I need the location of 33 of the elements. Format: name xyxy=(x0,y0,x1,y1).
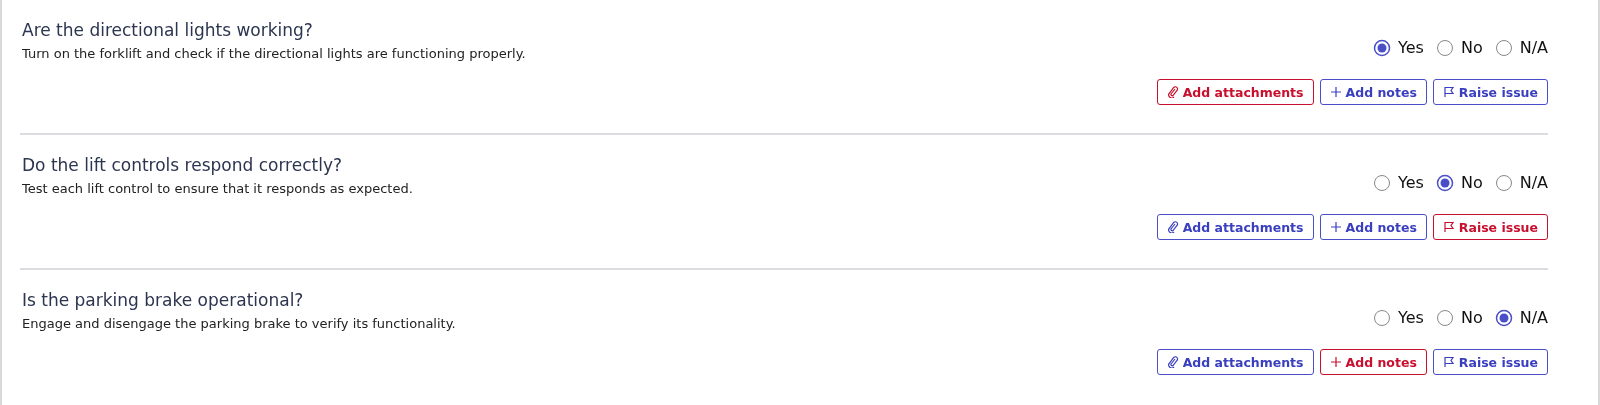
notes-button[interactable]: Add notes xyxy=(1319,349,1427,375)
radio-option[interactable]: Yes xyxy=(1373,173,1424,192)
paperclip-icon xyxy=(1166,86,1179,98)
attach-button[interactable]: Add attachments xyxy=(1156,79,1314,105)
flag-icon xyxy=(1442,356,1455,368)
plus-icon xyxy=(1329,356,1342,368)
radio-option[interactable]: Yes xyxy=(1373,38,1424,57)
flag-icon xyxy=(1442,86,1455,98)
issue-button[interactable]: Raise issue xyxy=(1432,214,1548,240)
radio-option[interactable]: No xyxy=(1435,173,1483,192)
issue-button[interactable]: Raise issue xyxy=(1432,349,1548,375)
notes-button[interactable]: Add notes xyxy=(1319,79,1427,105)
plus-icon xyxy=(1329,86,1342,98)
question-title: Do the lift controls respond correctly? xyxy=(22,155,343,175)
issue-button[interactable]: Raise issue xyxy=(1432,79,1548,105)
paperclip-icon xyxy=(1166,221,1179,233)
question-title: Are the directional lights working? xyxy=(22,20,314,40)
plus-icon xyxy=(1329,221,1342,233)
attach-button[interactable]: Add attachments xyxy=(1156,349,1314,375)
question-description: Test each lift control to ensure that it responds as expected. xyxy=(22,181,413,196)
radio-option[interactable]: N/A xyxy=(1494,38,1548,57)
radio-option[interactable]: N/A xyxy=(1494,173,1548,192)
attach-button[interactable]: Add attachments xyxy=(1156,214,1314,240)
notes-button[interactable]: Add notes xyxy=(1319,214,1427,240)
flag-icon xyxy=(1442,221,1455,233)
question-description: Turn on the forklift and check if the directional lights are functioning properly. xyxy=(22,46,526,61)
radio-option[interactable]: No xyxy=(1435,38,1483,57)
radio-option[interactable]: No xyxy=(1435,308,1483,327)
radio-option[interactable]: Yes xyxy=(1373,308,1424,327)
question-description: Engage and disengage the parking brake to verify its functionality. xyxy=(22,316,456,331)
question-title: Is the parking brake operational? xyxy=(22,290,305,310)
radio-option[interactable]: N/A xyxy=(1494,308,1548,327)
paperclip-icon xyxy=(1166,356,1179,368)
